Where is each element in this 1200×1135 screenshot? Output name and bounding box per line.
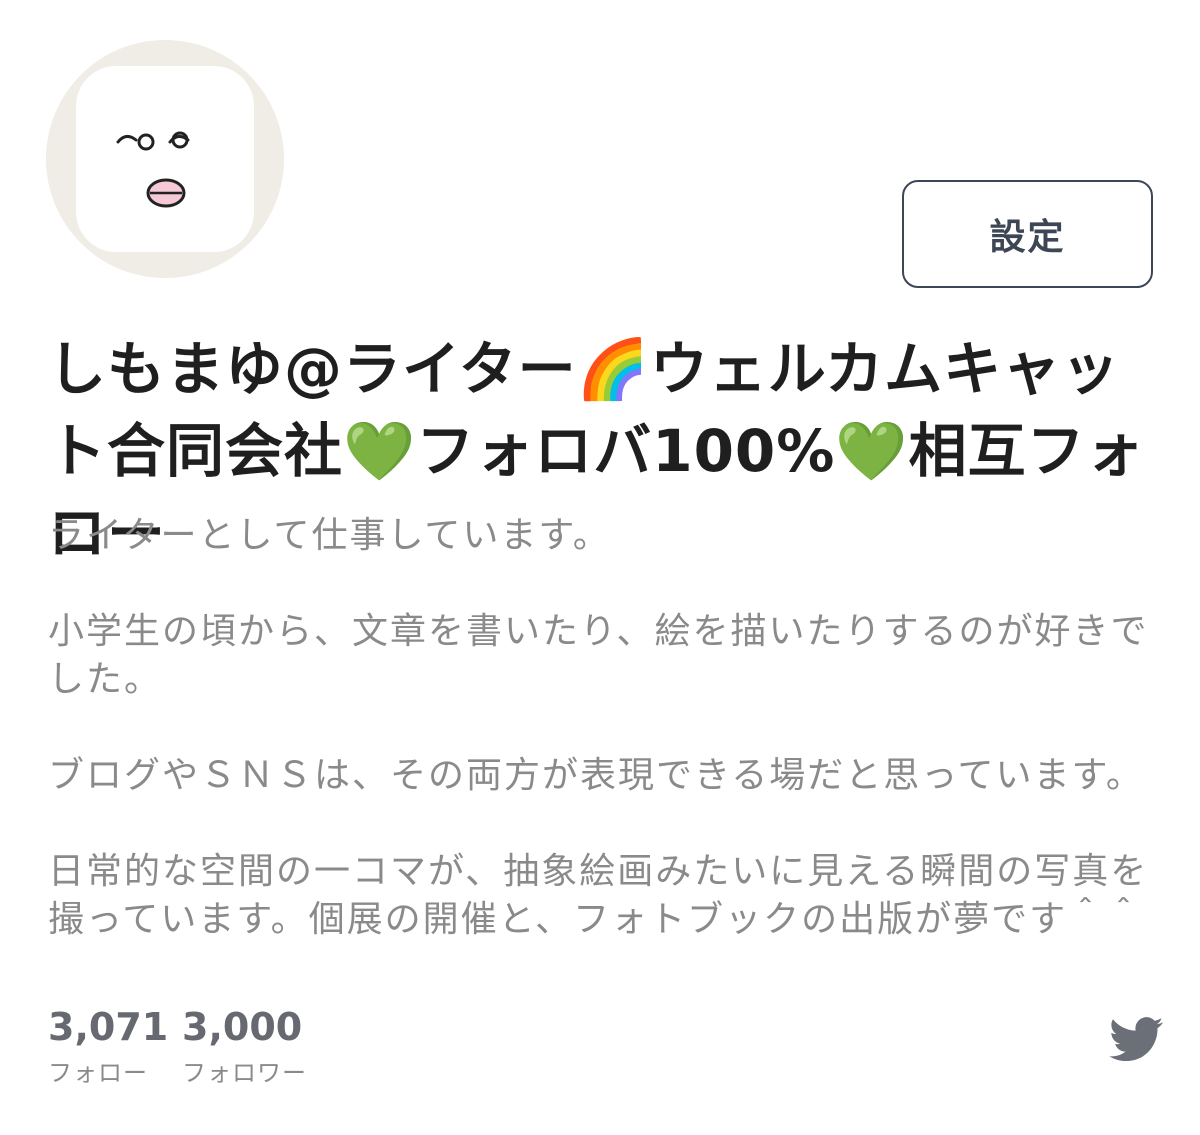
bio-paragraph: ライターとして仕事しています。 (48, 515, 611, 556)
settings-button[interactable]: 設定 (902, 180, 1153, 288)
avatar[interactable] (46, 40, 284, 278)
following-count: 3,071 (48, 1005, 169, 1049)
following-stat[interactable]: 3,071 フォロー (48, 1004, 168, 1088)
bio-paragraph: 日常的な空間の一コマが、抽象絵画みたいに見える瞬間の写真を撮っています。個展の開… (48, 851, 1149, 940)
twitter-bird-icon (1109, 1017, 1164, 1062)
face-illustration-icon (76, 66, 254, 252)
twitter-link[interactable] (1106, 1012, 1168, 1066)
followers-stat[interactable]: 3,000 フォロワー (182, 1004, 307, 1088)
bio-paragraph: 小学生の頃から、文章を書いたり、絵を描いたりするのが好きでした。 (48, 611, 1149, 700)
profile-bio: ライターとして仕事しています。 小学生の頃から、文章を書いたり、絵を描いたりする… (48, 512, 1158, 944)
followers-label: フォロワー (182, 1059, 307, 1087)
following-label: フォロー (48, 1059, 148, 1087)
followers-count: 3,000 (182, 1005, 303, 1049)
bio-paragraph: ブログやＳＮＳは、その両方が表現できる場だと思っています。 (48, 755, 1144, 796)
